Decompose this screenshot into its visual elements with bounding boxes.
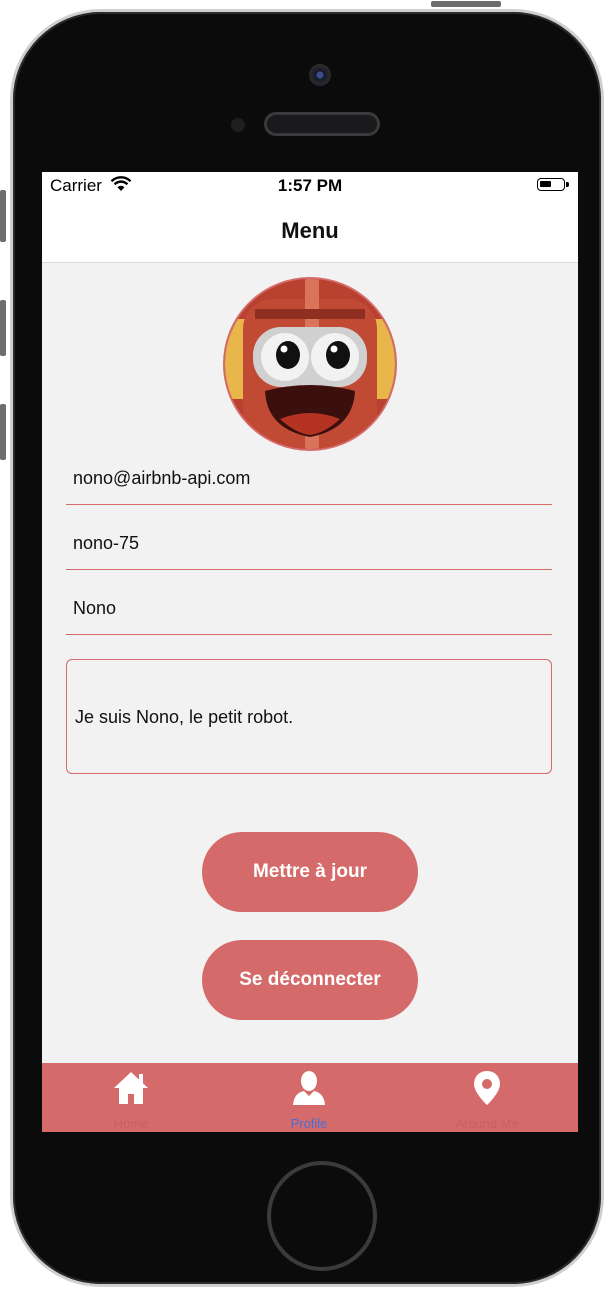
front-camera: [309, 64, 331, 86]
avatar[interactable]: [223, 277, 397, 451]
email-field[interactable]: nono@airbnb-api.com: [66, 458, 552, 505]
tab-around-me-label: Around Me: [455, 1116, 519, 1131]
mute-switch: [0, 190, 6, 242]
email-value: nono@airbnb-api.com: [73, 468, 251, 488]
tab-around-me[interactable]: Around Me: [398, 1063, 576, 1132]
update-button[interactable]: Mettre à jour: [202, 832, 418, 912]
proximity-sensor: [231, 118, 245, 132]
home-icon: [114, 1072, 148, 1104]
tab-home-label: Home: [113, 1116, 149, 1131]
earpiece-speaker: [264, 112, 380, 136]
logout-button[interactable]: Se déconnecter: [202, 940, 418, 1020]
volume-down-button: [0, 404, 6, 460]
name-field[interactable]: Nono: [66, 588, 552, 635]
description-value: Je suis Nono, le petit robot.: [75, 707, 294, 727]
navigation-bar: Menu: [42, 198, 578, 263]
home-button[interactable]: [267, 1161, 377, 1271]
username-field[interactable]: nono-75: [66, 523, 552, 570]
tab-bar: Home Profile Around Me: [42, 1063, 578, 1132]
clock: 1:57 PM: [277, 176, 343, 195]
map-pin-icon: [474, 1071, 500, 1105]
status-bar: Carrier 1:57 PM: [42, 172, 578, 198]
username-value: nono-75: [73, 533, 140, 553]
tab-profile-label: Profile: [290, 1116, 328, 1131]
battery-icon: [537, 178, 569, 191]
volume-up-button: [0, 300, 6, 356]
power-button: [431, 1, 501, 7]
description-textarea[interactable]: Je suis Nono, le petit robot.: [66, 659, 552, 774]
page-title: Menu: [281, 218, 339, 243]
tab-profile[interactable]: Profile: [220, 1063, 398, 1132]
person-icon: [293, 1071, 325, 1105]
robot-avatar-image: [225, 279, 395, 449]
app-screen: Carrier 1:57 PM Menu nono@airbnb-api.com…: [42, 172, 578, 1132]
tab-home[interactable]: Home: [42, 1063, 220, 1132]
name-value: Nono: [73, 598, 117, 618]
